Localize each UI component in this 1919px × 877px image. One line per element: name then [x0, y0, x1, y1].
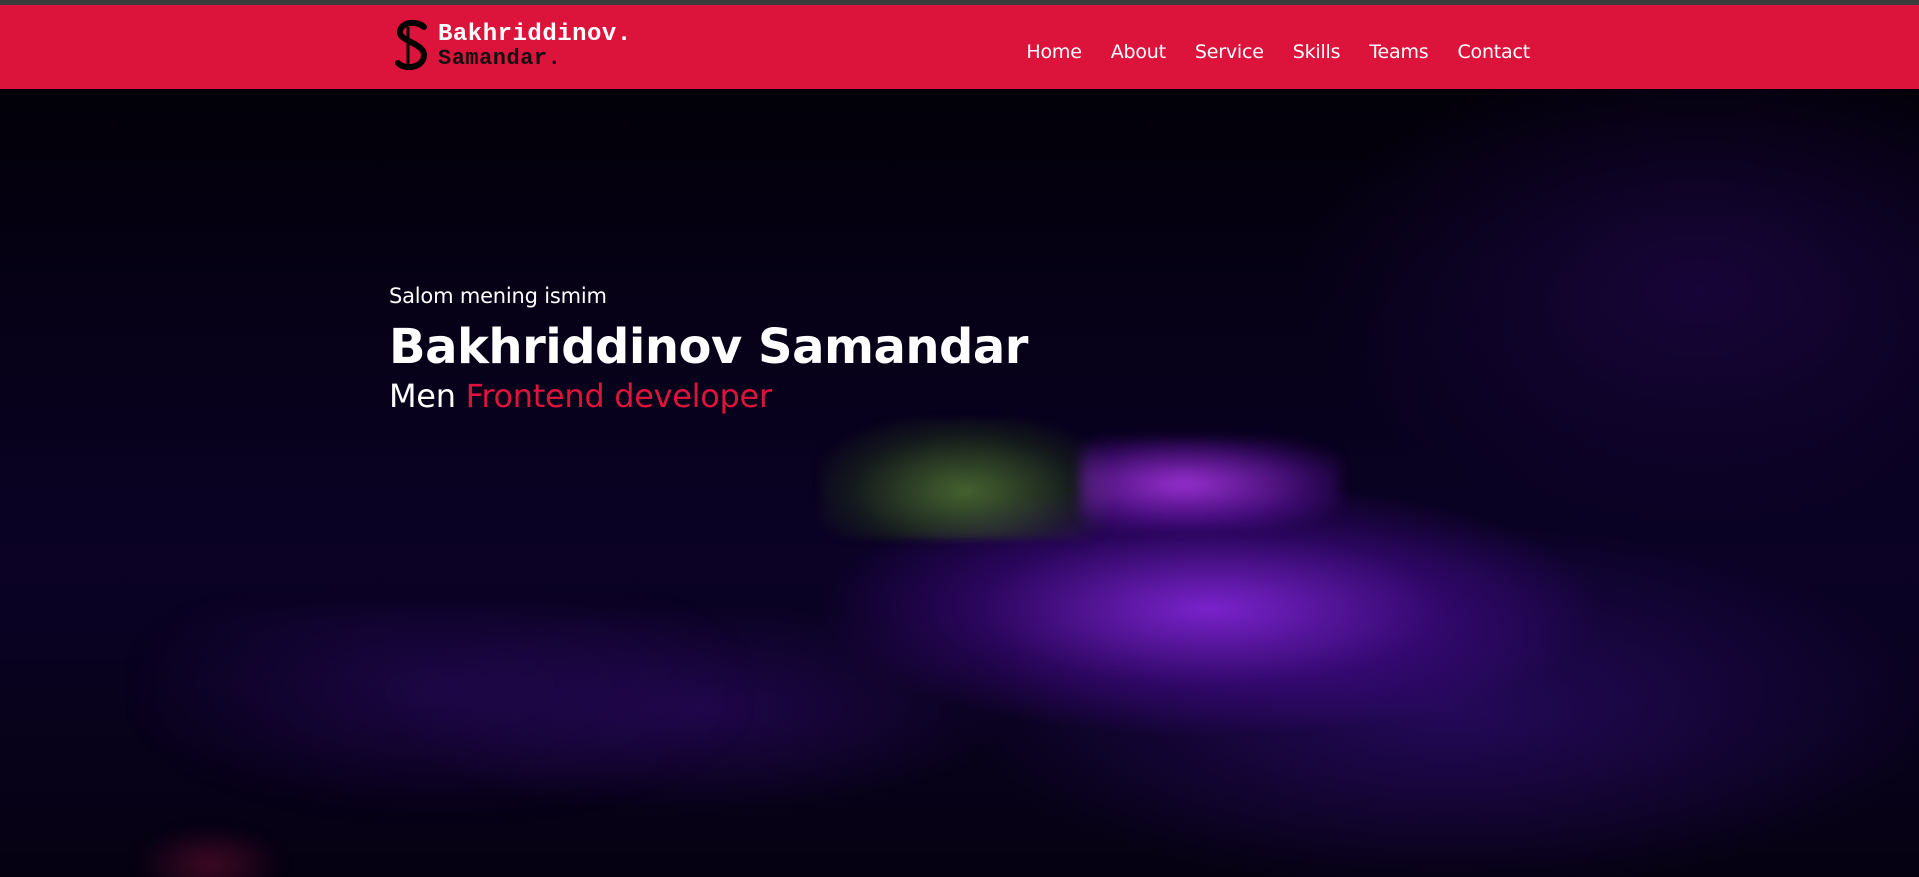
hero-section [0, 89, 1919, 877]
logo[interactable]: Bakhriddinov. Samandar. [394, 19, 632, 75]
hero-role: Men Frontend developer [389, 376, 1028, 416]
hero-role-prefix: Men [389, 377, 456, 415]
navbar: Bakhriddinov. Samandar. Home About Servi… [0, 5, 1919, 89]
hero-role-highlight: Frontend developer [465, 377, 773, 415]
logo-line-2: Samandar. [438, 46, 562, 71]
hero-name: Bakhriddinov Samandar [389, 319, 1028, 375]
nav-contact[interactable]: Contact [1457, 41, 1530, 63]
nav-skills[interactable]: Skills [1293, 41, 1341, 63]
logo-mark [394, 19, 434, 75]
nav-service[interactable]: Service [1195, 41, 1264, 63]
hero-bg-keyboard-glow [140, 609, 740, 809]
hero-greeting: Salom mening ismim [389, 284, 607, 308]
logo-line-1: Bakhriddinov. [438, 21, 632, 48]
nav-about[interactable]: About [1111, 41, 1166, 63]
hero-bg-keycap-purple [1080, 439, 1340, 529]
nav-teams[interactable]: Teams [1369, 41, 1428, 63]
hero-bg-red-glow [140, 829, 280, 877]
hero-content: Salom mening ismim Bakhriddinov Samandar… [389, 284, 1028, 416]
hero-bg-keycap-green [820, 419, 1110, 539]
main-nav: Home About Service Skills Teams Contact [997, 10, 1530, 94]
nav-home[interactable]: Home [1026, 41, 1082, 63]
